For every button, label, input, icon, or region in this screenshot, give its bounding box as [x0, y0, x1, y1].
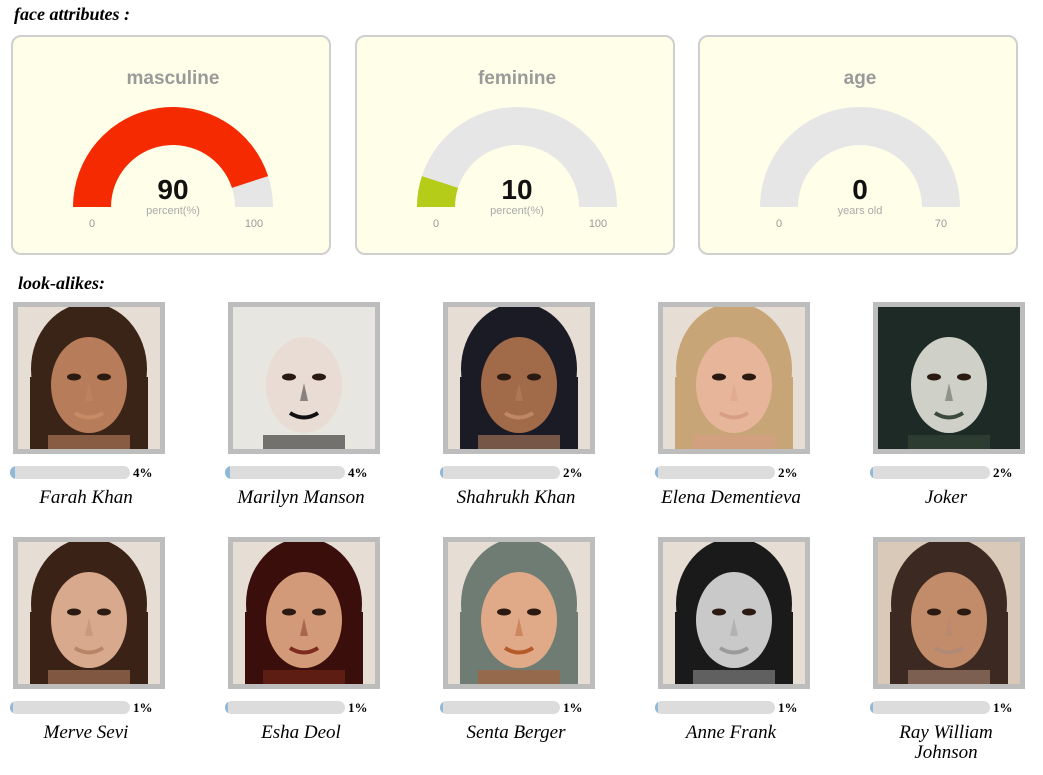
similarity-bar [870, 701, 990, 714]
similarity-bar-fill [870, 466, 873, 479]
look-alike-photo[interactable] [13, 537, 165, 689]
face-image [878, 542, 1020, 684]
gauge-value: 90 [157, 174, 188, 205]
look-alike-name[interactable]: Anne Frank [631, 723, 831, 743]
look-alike-photo[interactable] [228, 537, 380, 689]
gauge-max-label: 70 [935, 218, 947, 230]
gauge-feminine: feminine 10percent(%) 0 100 [417, 68, 617, 230]
similarity-bar-fill [10, 466, 15, 479]
similarity-percent: 2% [993, 465, 1013, 480]
look-alike-photo[interactable] [873, 537, 1025, 689]
look-alike-photo[interactable] [228, 302, 380, 454]
gauge-unit: percent(%) [490, 205, 544, 217]
look-alike-name[interactable]: Senta Berger [416, 723, 616, 743]
similarity-bar-fill [440, 701, 443, 714]
similarity-percent: 1% [993, 700, 1013, 715]
face-image [18, 542, 160, 684]
look-alike-photo[interactable] [658, 302, 810, 454]
similarity-percent: 1% [778, 700, 798, 715]
similarity-bar [10, 466, 130, 479]
face-attributes-heading: face attributes : [14, 4, 130, 24]
look-alike-name[interactable]: Marilyn Manson [201, 488, 401, 508]
similarity-bar [440, 466, 560, 479]
face-image [233, 307, 375, 449]
similarity-bar-fill [225, 466, 230, 479]
similarity-percent: 2% [778, 465, 798, 480]
similarity-bar-fill [655, 701, 658, 714]
look-alike-photo[interactable] [443, 537, 595, 689]
gauge-masculine: masculine 90percent(%) 0 100 [73, 68, 273, 230]
look-alike-name[interactable]: Joker [846, 488, 1043, 508]
similarity-percent: 2% [563, 465, 583, 480]
look-alike-photo[interactable] [443, 302, 595, 454]
similarity-bar [225, 466, 345, 479]
gauge-min-label: 0 [433, 218, 439, 230]
face-image [448, 542, 590, 684]
gauge-max-label: 100 [245, 218, 263, 230]
gauge-title: feminine [478, 68, 556, 89]
look-alike-name[interactable]: Shahrukh Khan [416, 488, 616, 508]
similarity-bar [225, 701, 345, 714]
gauge-value: 10 [501, 174, 532, 205]
similarity-bar-fill [655, 466, 658, 479]
similarity-bar-fill [440, 466, 443, 479]
face-image [663, 307, 805, 449]
similarity-bar [440, 701, 560, 714]
gauge-min-label: 0 [89, 218, 95, 230]
gauge-age: age0years old0 70 [760, 68, 960, 230]
look-alike-photo[interactable] [13, 302, 165, 454]
similarity-percent: 1% [133, 700, 153, 715]
similarity-percent: 4% [348, 465, 368, 480]
similarity-percent: 1% [348, 700, 368, 715]
look-alikes-heading: look-alikes: [18, 273, 105, 293]
gauge-title: age [844, 68, 877, 89]
similarity-bar-fill [225, 701, 228, 714]
face-image [663, 542, 805, 684]
face-image [878, 307, 1020, 449]
gauge-min-label: 0 [776, 218, 782, 230]
gauge-title: masculine [127, 68, 220, 89]
look-alike-name[interactable]: Farah Khan [0, 488, 186, 508]
look-alike-name[interactable]: Ray William Johnson [846, 723, 1043, 763]
similarity-percent: 4% [133, 465, 153, 480]
gauge-max-label: 100 [589, 218, 607, 230]
similarity-bar [870, 466, 990, 479]
look-alike-name[interactable]: Merve Sevi [0, 723, 186, 743]
look-alike-photo[interactable] [658, 537, 810, 689]
similarity-bar-fill [870, 701, 873, 714]
look-alike-name[interactable]: Elena Dementieva [631, 488, 831, 508]
face-image [18, 307, 160, 449]
look-alike-name[interactable]: Esha Deol [201, 723, 401, 743]
gauge-unit: years old [838, 205, 883, 217]
look-alike-photo[interactable] [873, 302, 1025, 454]
gauge-card-age: age 0 years old 0 70 [698, 35, 1018, 255]
gauge-unit: percent(%) [146, 205, 200, 217]
similarity-bar [655, 701, 775, 714]
gauge-card-masculine: masculine 90 percent(%) 0 100 [11, 35, 331, 255]
gauge-value: 0 [852, 174, 868, 205]
similarity-bar [655, 466, 775, 479]
similarity-bar [10, 701, 130, 714]
face-image [448, 307, 590, 449]
gauge-card-feminine: feminine 10 percent(%) 0 100 [355, 35, 675, 255]
face-image [233, 542, 375, 684]
similarity-percent: 1% [563, 700, 583, 715]
similarity-bar-fill [10, 701, 13, 714]
